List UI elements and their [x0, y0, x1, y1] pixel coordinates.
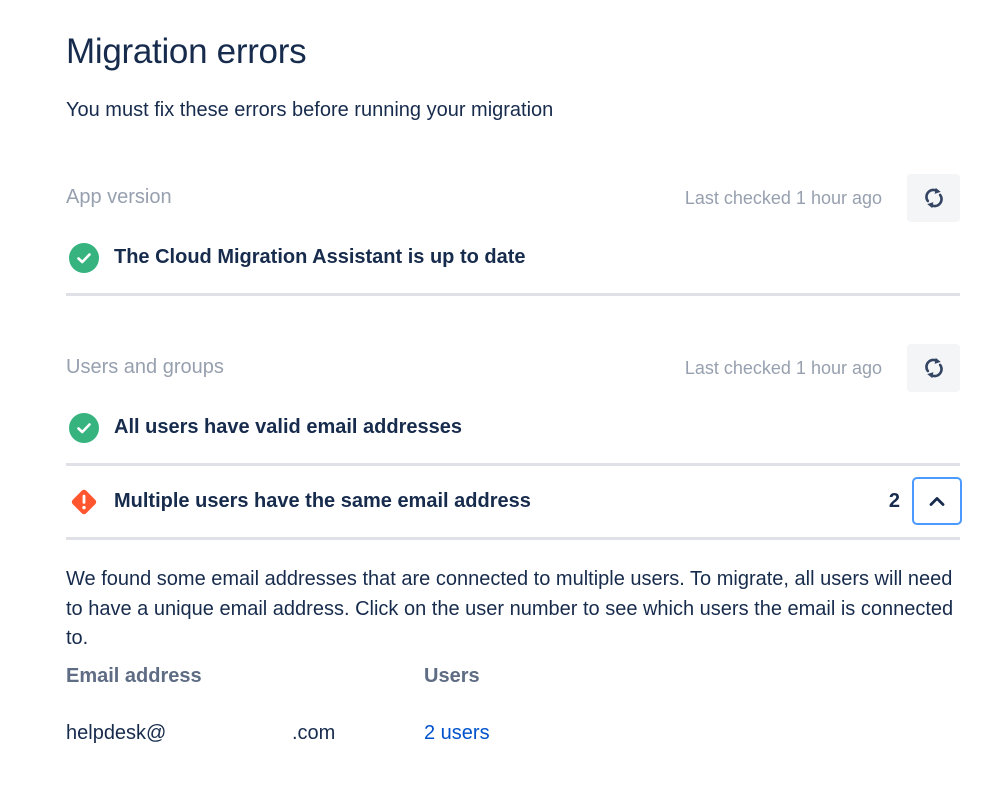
- check-circle-icon: [69, 413, 99, 443]
- last-checked-users-groups: Last checked 1 hour ago: [684, 358, 882, 378]
- column-header-users: Users: [424, 665, 480, 687]
- users-link[interactable]: 2 users: [424, 722, 490, 745]
- check-row-duplicate-emails: Multiple users have the same email addre…: [66, 477, 962, 525]
- section-title-app-version: App version: [66, 186, 172, 208]
- migration-errors-page: Migration errors You must fix these erro…: [0, 0, 999, 804]
- section-header-app-version: App version Last checked 1 hour ago: [66, 174, 960, 222]
- refresh-button-app-version[interactable]: [907, 174, 960, 222]
- section-header-users-groups: Users and groups Last checked 1 hour ago: [66, 344, 960, 392]
- column-header-email: Email address: [66, 665, 202, 687]
- check-row-app-up-to-date: The Cloud Migration Assistant is up to d…: [66, 238, 960, 278]
- chevron-up-icon: [929, 497, 945, 506]
- refresh-icon: [924, 187, 943, 209]
- check-row-valid-emails: All users have valid email addresses: [66, 408, 960, 448]
- error-diamond-icon: [71, 489, 97, 515]
- section-title-users-groups: Users and groups: [66, 356, 224, 378]
- divider: [66, 463, 960, 466]
- email-prefix: helpdesk@: [66, 722, 167, 744]
- check-circle-icon: [69, 243, 99, 273]
- check-text: All users have valid email addresses: [114, 416, 462, 438]
- page-subtitle: You must fix these errors before running…: [66, 99, 554, 121]
- error-description: We found some email addresses that are c…: [66, 568, 954, 649]
- check-text: Multiple users have the same email addre…: [114, 490, 531, 512]
- refresh-icon: [924, 357, 943, 379]
- divider: [66, 537, 960, 540]
- divider: [66, 293, 960, 296]
- error-count: 2: [888, 490, 900, 512]
- collapse-details-button[interactable]: [912, 477, 962, 525]
- refresh-button-users-groups[interactable]: [907, 344, 960, 392]
- page-title: Migration errors: [66, 32, 307, 71]
- check-text: The Cloud Migration Assistant is up to d…: [114, 246, 526, 268]
- last-checked-app-version: Last checked 1 hour ago: [684, 188, 882, 208]
- email-suffix: .com: [292, 722, 336, 744]
